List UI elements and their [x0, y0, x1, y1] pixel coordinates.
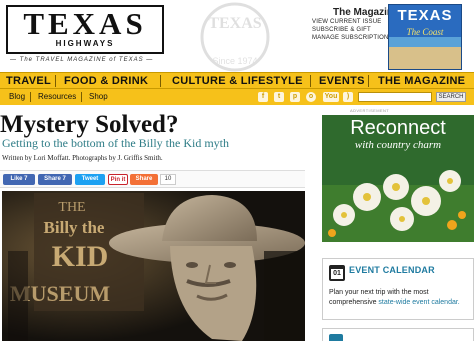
subnav-divider — [30, 92, 31, 102]
cover-subtitle: The Coast — [406, 27, 444, 37]
sidebar-advertisement[interactable]: Reconnect with country charm — [322, 115, 474, 242]
sign-text-billy: Billy the — [44, 218, 105, 237]
watermark-seal-icon: TEXAS Since 1974 — [200, 2, 270, 72]
twitter-icon[interactable]: t — [274, 92, 284, 102]
sub-nav: Blog Resources Shop f t p o You ) SEARCH — [0, 89, 474, 105]
logo-tagline: — The TRAVEL MAGAZINE of TEXAS — — [10, 57, 154, 63]
sidebar-next-widget — [322, 328, 474, 341]
sign-text-the: THE — [58, 200, 85, 215]
site-logo[interactable]: TEXAS HIGHWAYS — [6, 5, 164, 54]
facebook-like-button[interactable]: Like 7 — [3, 174, 35, 185]
article-dek: Getting to the bottom of the Billy the K… — [2, 136, 229, 150]
ad-label: ADVERTISEMENT — [350, 108, 390, 113]
article-hero-image[interactable]: THE Billy the KID MUSEUM — [2, 191, 305, 341]
logo-wordmark: TEXAS — [23, 6, 147, 41]
cover-sand — [389, 47, 461, 69]
youtube-icon[interactable]: You — [323, 92, 339, 102]
subscribe-gift-link[interactable]: SUBSCRIBE & GIFT — [312, 27, 371, 33]
search-button[interactable]: SEARCH — [436, 92, 466, 102]
share-button[interactable]: Share — [130, 174, 158, 185]
cover-title: TEXAS — [397, 7, 453, 24]
hero-photo-illustration: THE Billy the KID MUSEUM — [2, 191, 305, 341]
event-calendar-link[interactable]: state-wide event calendar. — [378, 299, 459, 306]
logo-subword: HIGHWAYS — [55, 39, 115, 48]
manage-subscription-link[interactable]: MANAGE SUBSCRIPTION — [312, 35, 388, 41]
nav-the-magazine[interactable]: THE MAGAZINE — [378, 73, 465, 89]
tweet-button[interactable]: Tweet — [75, 174, 105, 185]
main-nav: TRAVEL FOOD & DRINK CULTURE & LIFESTYLE … — [0, 72, 474, 89]
subnav-blog[interactable]: Blog — [9, 89, 25, 105]
search-input[interactable] — [358, 92, 432, 102]
sign-text-kid: KID — [52, 240, 109, 273]
watermark-year: Since 1974 — [212, 56, 257, 66]
instagram-icon[interactable]: o — [306, 92, 316, 102]
nav-divider — [160, 75, 161, 87]
ad-headline: Reconnect — [350, 117, 446, 139]
magazine-cover[interactable]: TEXAS The Coast — [388, 4, 462, 70]
share-bar: Like 7 Share 7 Tweet Pin it Share 10 — [0, 170, 305, 188]
site-header: TEXAS HIGHWAYS — The TRAVEL MAGAZINE of … — [0, 0, 474, 72]
subnav-resources[interactable]: Resources — [38, 89, 76, 105]
share-count: 10 — [160, 174, 176, 185]
event-calendar-heading[interactable]: EVENT CALENDAR — [349, 265, 435, 275]
pinterest-icon[interactable]: p — [290, 92, 300, 102]
watermark-word: TEXAS — [208, 15, 261, 32]
envelope-icon — [329, 334, 343, 341]
facebook-share-button[interactable]: Share 7 — [38, 174, 72, 185]
subnav-divider — [81, 92, 82, 102]
article-headline: Mystery Solved? — [0, 111, 179, 138]
event-calendar-text: Plan your next trip with the most compre… — [329, 288, 471, 308]
nav-travel[interactable]: TRAVEL — [6, 73, 51, 89]
event-calendar-widget: 01 EVENT CALENDAR Plan your next trip wi… — [322, 258, 474, 320]
nav-divider — [55, 75, 56, 87]
subnav-shop[interactable]: Shop — [89, 89, 108, 105]
nav-divider — [310, 75, 311, 87]
nav-events[interactable]: EVENTS — [319, 73, 365, 89]
nav-culture-lifestyle[interactable]: CULTURE & LIFESTYLE — [172, 73, 303, 89]
view-current-issue-link[interactable]: VIEW CURRENT ISSUE — [312, 19, 382, 25]
rss-icon[interactable]: ) — [343, 92, 353, 102]
nav-food-drink[interactable]: FOOD & DRINK — [64, 73, 148, 89]
calendar-icon: 01 — [329, 265, 345, 281]
ad-subheadline: with country charm — [354, 139, 442, 151]
article-byline: Written by Lori Moffatt. Photographs by … — [2, 154, 163, 162]
nav-divider — [368, 75, 369, 87]
facebook-icon[interactable]: f — [258, 92, 268, 102]
pin-it-button[interactable]: Pin it — [108, 174, 128, 185]
page: TEXAS HIGHWAYS — The TRAVEL MAGAZINE of … — [0, 0, 474, 341]
